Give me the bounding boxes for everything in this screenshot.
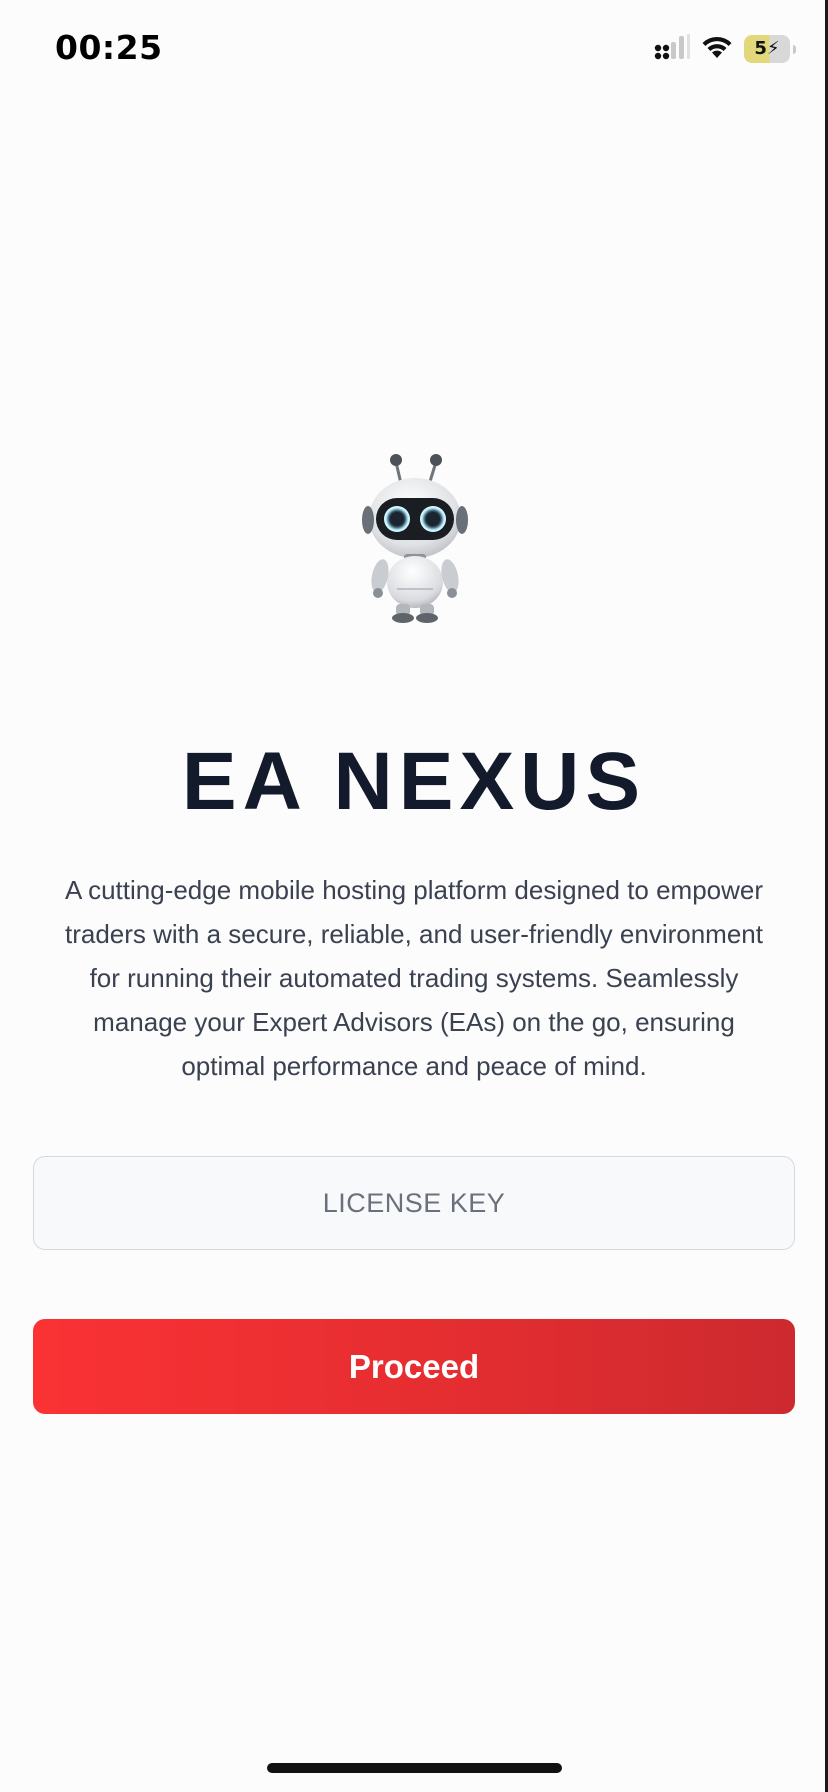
home-indicator[interactable]: [267, 1763, 562, 1773]
battery-charging-icon: 5⚡: [744, 35, 796, 63]
wifi-icon: [700, 34, 734, 65]
license-key-input[interactable]: [33, 1156, 795, 1250]
battery-cap: [793, 45, 796, 54]
robot-mascot-icon: [352, 448, 476, 624]
license-screen: 00:25 5⚡ EA NEXUS A cutting-edge mobile …: [0, 0, 828, 1792]
status-bar: 00:25 5⚡: [0, 0, 828, 100]
charging-bolt-icon: ⚡: [766, 38, 780, 59]
app-description: A cutting-edge mobile hosting platform d…: [64, 875, 764, 1081]
proceed-button[interactable]: Proceed: [33, 1319, 795, 1414]
cellular-signal-icon: [654, 33, 690, 65]
battery-level: 5⚡: [754, 38, 780, 59]
status-time: 00:25: [55, 28, 163, 67]
app-title: EA NEXUS: [181, 736, 647, 827]
status-icons: 5⚡: [654, 33, 796, 65]
